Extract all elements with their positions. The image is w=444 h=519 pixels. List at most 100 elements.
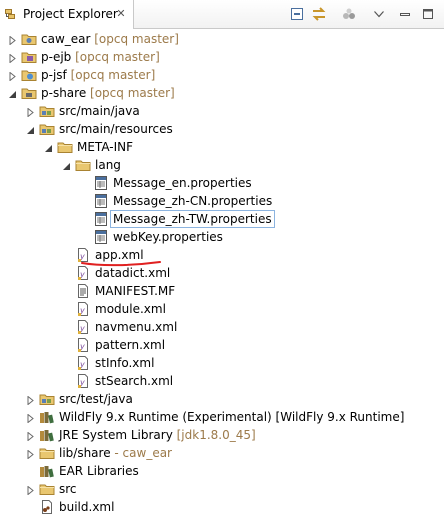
tree-item-name: src — [59, 482, 77, 496]
tree-item[interactable]: p-jsf [opcq master] — [0, 66, 444, 84]
tree-item-label: navmenu.xml — [95, 319, 177, 335]
collapsed-twisty-icon[interactable] — [26, 412, 35, 424]
project-explorer-tab[interactable]: Project Explorer ✕ — [0, 0, 134, 29]
tree-item-decoration: [jdk1.8.0_45] — [172, 428, 256, 442]
collapsed-twisty-icon[interactable] — [8, 52, 17, 64]
tree-item-label: build.xml — [59, 499, 114, 515]
tree-item[interactable]: Message_zh-TW.properties — [0, 210, 444, 228]
utility-project-icon — [21, 85, 37, 101]
collapsed-twisty-icon[interactable] — [26, 484, 35, 496]
tree-item-name: src/test/java — [59, 392, 133, 406]
tree-item-label: p-share [opcq master] — [41, 85, 175, 101]
tree-item[interactable]: EAR Libraries — [0, 462, 444, 480]
tree-item-name: p-ejb — [41, 50, 72, 64]
tree-item-label: src/main/resources — [59, 121, 173, 137]
collapsed-twisty-icon[interactable] — [26, 448, 35, 460]
tree-item[interactable]: lib/share - caw_ear — [0, 444, 444, 462]
tree-item-name: EAR Libraries — [59, 464, 139, 478]
ear-project-icon — [21, 31, 37, 47]
tree-item[interactable]: WildFly 9.x Runtime (Experimental) [Wild… — [0, 408, 444, 426]
maximize-icon[interactable] — [419, 5, 437, 23]
tree-item[interactable]: src — [0, 480, 444, 498]
tree-item[interactable]: src/main/resources — [0, 120, 444, 138]
tree-item-name: stSearch.xml — [95, 374, 174, 388]
tree-item[interactable]: MANIFEST.MF — [0, 282, 444, 300]
tree-item[interactable]: META-INF — [0, 138, 444, 156]
tree-item-label: src/test/java — [59, 391, 133, 407]
tree-item-name: Message_zh-TW.properties — [113, 212, 272, 226]
xml-file-icon: y — [75, 319, 91, 335]
tree-item[interactable]: y app.xml — [0, 246, 444, 264]
folder-icon — [75, 157, 91, 173]
tree-item[interactable]: y stSearch.xml — [0, 372, 444, 390]
tree-item[interactable]: build.xml — [0, 498, 444, 516]
tree-item-name: module.xml — [95, 302, 166, 316]
tree-item-name: Message_en.properties — [113, 176, 252, 190]
filter-icon[interactable] — [340, 5, 358, 23]
tree-item-name: p-jsf — [41, 68, 67, 82]
folder-icon — [39, 481, 55, 497]
collapse-all-icon[interactable] — [288, 5, 306, 23]
red-underline-annotation — [81, 261, 161, 267]
tree-item[interactable]: lang — [0, 156, 444, 174]
xml-file-icon: y — [75, 373, 91, 389]
tree-item-name: pattern.xml — [95, 338, 166, 352]
tree-item-decoration: [opcq master] — [66, 68, 156, 82]
tree-item[interactable]: Message_en.properties — [0, 174, 444, 192]
tree-item[interactable]: caw_ear [opcq master] — [0, 30, 444, 48]
tree-item[interactable]: p-ejb [opcq master] — [0, 48, 444, 66]
minimize-icon[interactable] — [396, 5, 414, 23]
expanded-twisty-icon[interactable] — [62, 160, 71, 170]
tree-item-name: Message_zh-CN.properties — [113, 194, 273, 208]
tree-item[interactable]: JRE System Library [jdk1.8.0_45] — [0, 426, 444, 444]
expanded-twisty-icon[interactable] — [26, 124, 35, 134]
tree-item[interactable]: Message_zh-CN.properties — [0, 192, 444, 210]
tree-item-label: webKey.properties — [113, 229, 223, 245]
tree-item-name: p-share — [41, 86, 87, 100]
tree-item[interactable]: y navmenu.xml — [0, 318, 444, 336]
tree-item-name: caw_ear — [41, 32, 91, 46]
tree-item[interactable]: p-share [opcq master] — [0, 84, 444, 102]
ejb-project-icon — [21, 49, 37, 65]
tree-item-name: stInfo.xml — [95, 356, 155, 370]
expanded-twisty-icon[interactable] — [44, 142, 53, 152]
library-icon — [39, 463, 55, 479]
tree-item-name: datadict.xml — [95, 266, 171, 280]
tree-item[interactable]: y pattern.xml — [0, 336, 444, 354]
tree-item-name: JRE System Library — [59, 428, 173, 442]
collapsed-twisty-icon[interactable] — [8, 70, 17, 82]
link-with-editor-icon[interactable] — [310, 5, 328, 23]
collapsed-twisty-icon[interactable] — [26, 430, 35, 442]
collapsed-twisty-icon[interactable] — [8, 34, 17, 46]
tree-item[interactable]: y datadict.xml — [0, 264, 444, 282]
project-tree: caw_ear [opcq master] p-ejb [opcq master]… — [0, 30, 444, 519]
view-menu-icon[interactable] — [370, 5, 388, 23]
tree-item[interactable]: webKey.properties — [0, 228, 444, 246]
tree-item-name: webKey.properties — [113, 230, 223, 244]
tree-item-label: META-INF — [77, 139, 133, 155]
tree-item[interactable]: src/test/java — [0, 390, 444, 408]
xml-file-icon: y — [75, 301, 91, 317]
web-project-icon — [21, 67, 37, 83]
tree-item[interactable]: y stInfo.xml — [0, 354, 444, 372]
collapsed-twisty-icon[interactable] — [26, 106, 35, 118]
tree-item-label: src/main/java — [59, 103, 140, 119]
tree-item-name: src/main/java — [59, 104, 140, 118]
tree-item-name: META-INF — [77, 140, 134, 154]
tree-item-decoration: [opcq master] — [86, 86, 175, 100]
library-icon — [39, 427, 55, 443]
tree-item-label: src — [59, 481, 77, 497]
tree-item-label: JRE System Library [jdk1.8.0_45] — [59, 427, 256, 443]
close-icon[interactable]: ✕ — [114, 7, 128, 21]
library-icon — [39, 409, 55, 425]
tree-item-name: build.xml — [59, 500, 115, 514]
tree-item-label: EAR Libraries — [59, 463, 139, 479]
tree-item-label: stSearch.xml — [95, 373, 173, 389]
tree-item[interactable]: src/main/java — [0, 102, 444, 120]
xml-file-icon: y — [75, 337, 91, 353]
tree-item-name: src/main/resources — [59, 122, 173, 136]
tree-item-label: p-jsf [opcq master] — [41, 67, 155, 83]
expanded-twisty-icon[interactable] — [8, 88, 17, 98]
collapsed-twisty-icon[interactable] — [26, 394, 35, 406]
tree-item[interactable]: y module.xml — [0, 300, 444, 318]
